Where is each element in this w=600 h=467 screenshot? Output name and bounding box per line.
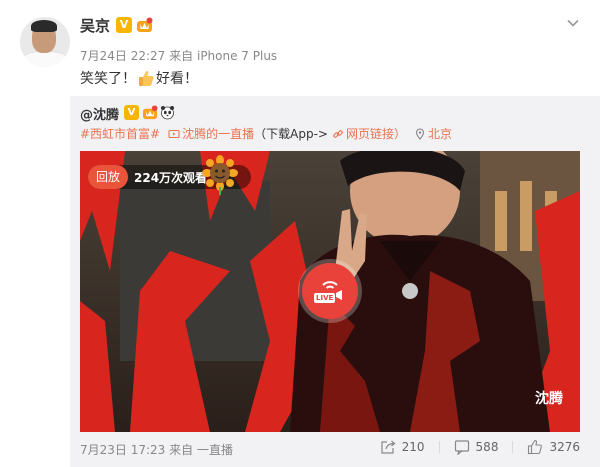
panda-badge-icon[interactable]	[160, 105, 175, 120]
original-post-meta: 7月23日 17:23 来自 一直播	[80, 441, 233, 458]
chevron-down-icon[interactable]	[566, 16, 580, 30]
live-video-icon	[168, 129, 180, 138]
live-video-player[interactable]: 回放 224万次观看 LIVE 沈腾	[80, 151, 580, 432]
location-pin-icon	[415, 127, 425, 140]
repost-icon	[381, 440, 396, 454]
comment-count: 588	[475, 440, 499, 454]
live-stream-link[interactable]: 沈腾的一直播	[182, 125, 254, 142]
divider	[512, 441, 514, 453]
author-avatar[interactable]	[20, 17, 70, 67]
weibo-post: 吴京 V 7月24日 22:27 来自 iPhone 7 Plus 笑笑了！ 好…	[0, 0, 600, 467]
comment-button[interactable]: 588	[454, 439, 499, 455]
download-app-link[interactable]: （下载App->	[254, 125, 328, 142]
post-date[interactable]: 7月24日 22:27	[80, 49, 165, 63]
live-play-button[interactable]: LIVE	[302, 263, 358, 319]
post-meta: 7月24日 22:27 来自 iPhone 7 Plus	[80, 47, 277, 64]
live-broadcast-icon	[322, 281, 342, 300]
source-prefix: 来自	[169, 49, 194, 63]
topic-tag-link[interactable]: #西虹市首富#	[80, 125, 160, 142]
location-link[interactable]: 北京	[428, 125, 452, 142]
verified-badge-icon[interactable]: V	[124, 105, 139, 120]
vip-crown-icon[interactable]	[142, 105, 158, 120]
comment-icon	[454, 440, 469, 455]
video-corner-text: 沈腾	[535, 391, 563, 407]
like-count: 3276	[549, 440, 580, 454]
post-text-after: 好看！	[156, 71, 198, 87]
post-source: iPhone 7 Plus	[196, 49, 278, 63]
like-icon	[528, 440, 543, 455]
link-icon	[333, 129, 343, 138]
repost-button[interactable]: 210	[380, 439, 425, 455]
like-button[interactable]: 3276	[527, 439, 580, 455]
original-author-link[interactable]: @沈腾	[80, 104, 119, 123]
post-text-before: 笑笑了！	[80, 71, 136, 87]
thumbs-up-icon	[139, 70, 154, 86]
post-text: 笑笑了！ 好看！	[80, 68, 198, 88]
web-link[interactable]: 网页链接）	[346, 125, 406, 142]
original-post-date[interactable]: 7月23日 17:23	[80, 443, 165, 457]
divider	[438, 441, 440, 453]
replay-label: 回放	[88, 165, 128, 189]
view-count: 224万次观看	[134, 170, 208, 185]
verified-badge-icon[interactable]: V	[116, 17, 132, 33]
live-label: LIVE	[314, 293, 336, 303]
repost-links: #西虹市首富# 沈腾的一直播 （下载App-> 网页链接） 北京	[80, 125, 452, 142]
vip-crown-icon[interactable]	[136, 17, 153, 33]
original-post-source: 一直播	[196, 443, 233, 457]
repost-count: 210	[401, 440, 425, 454]
author-name[interactable]: 吴京	[80, 15, 110, 36]
reposted-content[interactable]: @沈腾 V #西虹市首富# 沈腾的一直播 （下载App-> 网页链接） 北京 回…	[70, 96, 600, 467]
sunflower-icon	[202, 155, 238, 195]
source-prefix: 来自	[169, 443, 194, 457]
original-post-actions: 210 588 3276	[380, 439, 580, 455]
